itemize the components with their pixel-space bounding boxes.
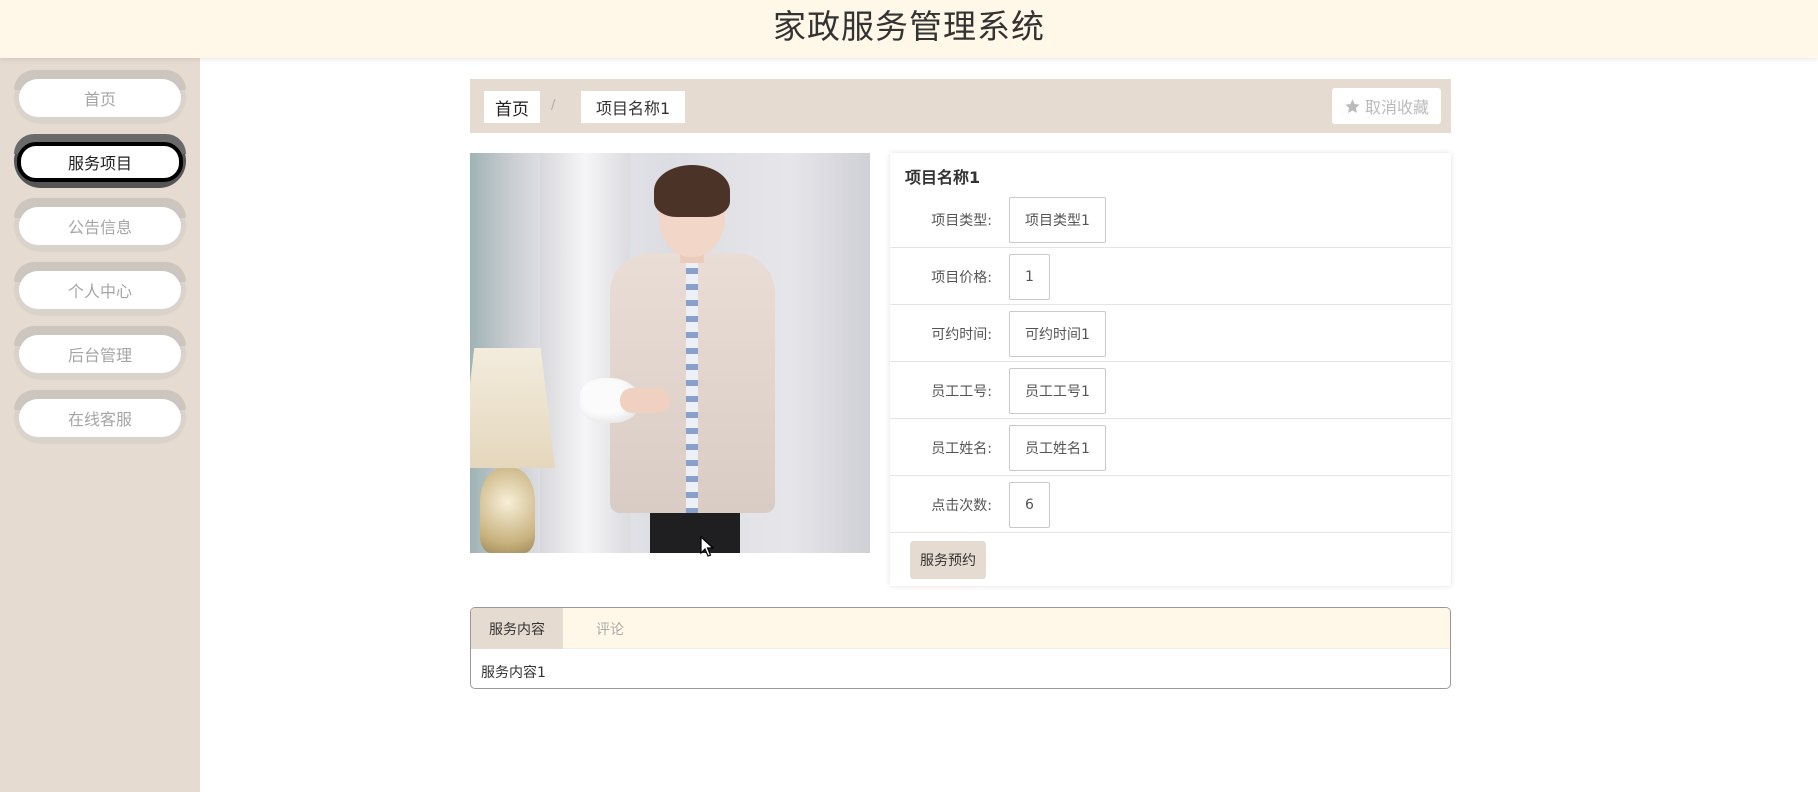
detail-row-price: 项目价格: 1	[890, 248, 1451, 305]
detail-label: 可约时间:	[931, 326, 992, 343]
app-title: 家政服务管理系统	[773, 7, 1045, 46]
product-image	[470, 153, 870, 553]
detail-row-employee-name: 员工姓名: 员工姓名1	[890, 419, 1451, 476]
breadcrumb-home-link[interactable]: 首页	[484, 91, 540, 123]
sidebar-item-label: 公告信息	[19, 207, 181, 245]
detail-value: 员工工号1	[1009, 368, 1106, 414]
app-header: 家政服务管理系统	[0, 0, 1818, 58]
detail-panel: 项目名称1 项目类型: 项目类型1 项目价格: 1 可约时间: 可约时间1 员工…	[890, 153, 1451, 586]
sidebar-item-services[interactable]: 服务项目	[14, 134, 186, 188]
breadcrumb: 首页 / 项目名称1 取消收藏	[470, 79, 1451, 133]
sidebar-item-label: 个人中心	[19, 271, 181, 309]
sidebar-item-admin[interactable]: 后台管理	[14, 326, 186, 380]
sidebar-item-label: 首页	[19, 79, 181, 117]
breadcrumb-current: 项目名称1	[581, 91, 686, 123]
detail-value: 可约时间1	[1009, 311, 1106, 357]
unfavorite-label: 取消收藏	[1364, 98, 1429, 117]
sidebar-item-label: 在线客服	[19, 399, 181, 437]
detail-label: 项目类型:	[931, 212, 992, 229]
detail-value: 项目类型1	[1009, 197, 1106, 243]
sidebar-item-announcements[interactable]: 公告信息	[14, 198, 186, 252]
tabs-box: 服务内容 评论 服务内容1	[470, 607, 1451, 689]
star-icon	[1345, 98, 1360, 113]
tab-service-content[interactable]: 服务内容	[471, 608, 563, 649]
detail-value: 6	[1009, 482, 1050, 528]
detail-row-available-time: 可约时间: 可约时间1	[890, 305, 1451, 362]
sidebar-item-home[interactable]: 首页	[14, 70, 186, 124]
book-service-button[interactable]: 服务预约	[910, 541, 986, 579]
sidebar-item-label: 服务项目	[17, 142, 183, 182]
detail-row-click-count: 点击次数: 6	[890, 476, 1451, 533]
detail-title: 项目名称1	[905, 168, 981, 187]
sidebar: 首页 服务项目 公告信息 个人中心 后台管理 在线客服	[0, 58, 200, 792]
detail-value: 员工姓名1	[1009, 425, 1106, 471]
tab-content: 服务内容1	[481, 665, 546, 681]
detail-row-employee-id: 员工工号: 员工工号1	[890, 362, 1451, 419]
sidebar-item-label: 后台管理	[19, 335, 181, 373]
detail-label: 员工姓名:	[931, 440, 992, 457]
sidebar-item-online-support[interactable]: 在线客服	[14, 390, 186, 444]
sidebar-item-personal-center[interactable]: 个人中心	[14, 262, 186, 316]
detail-label: 点击次数:	[931, 497, 992, 514]
detail-value: 1	[1009, 254, 1050, 300]
detail-label: 项目价格:	[931, 269, 992, 286]
tab-comments[interactable]: 评论	[578, 608, 642, 649]
detail-label: 员工工号:	[931, 383, 992, 400]
mouse-cursor-icon	[700, 536, 714, 557]
tabs-header: 服务内容 评论	[471, 608, 1450, 649]
detail-row-type: 项目类型: 项目类型1	[890, 191, 1451, 248]
breadcrumb-separator: /	[551, 98, 556, 113]
unfavorite-button[interactable]: 取消收藏	[1331, 88, 1441, 124]
